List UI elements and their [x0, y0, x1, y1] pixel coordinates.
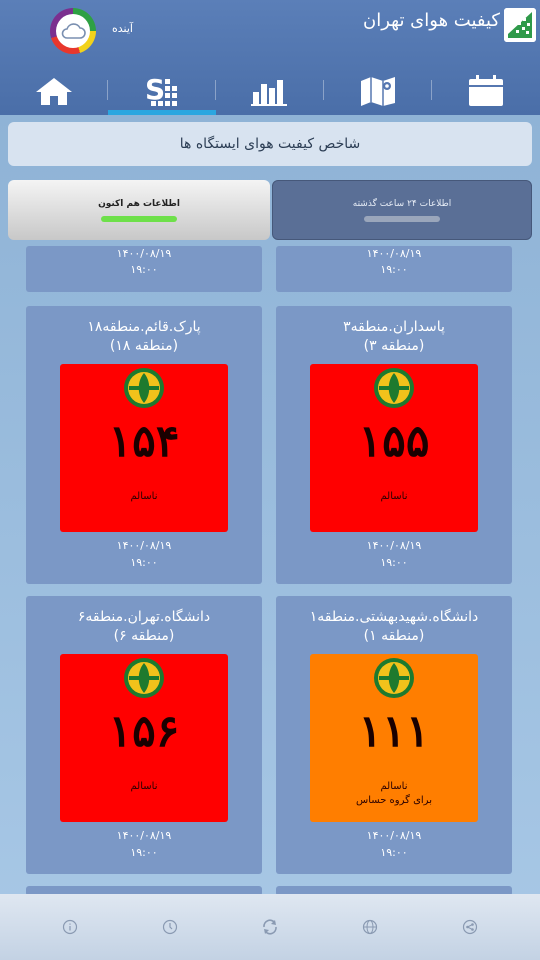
app-logo [504, 8, 536, 42]
aqi-box: ۱۵۴ ناسالم [60, 364, 228, 532]
stations-icon: S [145, 73, 177, 106]
card-time: ۱۹:۰۰ [380, 556, 408, 569]
station-name: دانشگاه.شهیدبهشتی.منطقه۱ (منطقه ۱) [309, 609, 479, 644]
station-name: پاسداران.منطقه۳ (منطقه ۳) [343, 319, 445, 354]
info-icon [62, 919, 78, 935]
forecast-button[interactable] [50, 8, 96, 54]
nav-charts[interactable] [216, 66, 324, 116]
aqi-box: ۱۵۵ ناسالم [310, 364, 478, 532]
section-title: شاخص کیفیت هوای ایستگاه ها [8, 122, 532, 166]
card-time: ۱۹:۰۰ [380, 846, 408, 859]
card-date: ۱۴۰۰/۰۸/۱۹ [366, 247, 422, 260]
tab-24h-indicator [364, 215, 440, 222]
card-date: ۱۴۰۰/۰۸/۱۹ [116, 247, 172, 260]
card-time: ۱۹:۰۰ [130, 263, 158, 276]
website-button[interactable] [359, 916, 381, 938]
aqi-value: ۱۱۱ [358, 706, 430, 757]
aqi-box: ۱۵۶ ناسالم [60, 654, 228, 822]
nav-stations[interactable]: S [108, 66, 216, 116]
tab-last-24h[interactable]: اطلاعات ۲۴ ساعت گذشته [272, 180, 532, 240]
environment-emblem-icon [374, 368, 414, 408]
card-time: ۱۹:۰۰ [130, 556, 158, 569]
main-nav: S [0, 66, 540, 116]
app-header: آینده کیفیت هوای تهران [0, 0, 540, 66]
share-button[interactable] [459, 916, 481, 938]
nav-home[interactable] [0, 66, 108, 116]
home-icon [36, 78, 72, 105]
station-name: پارک.قائم.منطقه۱۸ (منطقه ۱۸) [87, 319, 201, 354]
station-name: دانشگاه.تهران.منطقه۶ (منطقه ۶) [77, 609, 211, 644]
tab-current-data[interactable]: اطلاعات هم اکنون [8, 180, 270, 240]
card-time: ۱۹:۰۰ [380, 263, 408, 276]
aqi-status: ناسالم برای گروه حساس [356, 781, 432, 806]
card-date: ۱۴۰۰/۰۸/۱۹ [366, 829, 422, 842]
aqi-status: ناسالم [380, 491, 408, 502]
cloud-icon [61, 23, 86, 39]
map-icon [361, 77, 395, 106]
aqi-value: ۱۵۴ [108, 416, 180, 467]
card-date: ۱۴۰۰/۰۸/۱۹ [116, 829, 172, 842]
station-card[interactable]: دانشگاه.شهیدبهشتی.منطقه۱ (منطقه ۱) ۱۱۱ ن… [276, 596, 512, 874]
aqi-status: ناسالم [130, 491, 158, 502]
calendar-icon [469, 75, 503, 106]
aqi-value: ۱۵۵ [358, 416, 430, 467]
environment-emblem-icon [374, 658, 414, 698]
station-card[interactable]: پاسداران.منطقه۳ (منطقه ۳) ۱۵۵ ناسالم ۱۴۰… [276, 306, 512, 584]
app-title: کیفیت هوای تهران [363, 10, 500, 31]
active-tab-indicator [108, 110, 216, 115]
clock-icon [162, 919, 178, 935]
environment-emblem-icon [124, 658, 164, 698]
station-card-partial[interactable]: ۱۴۰۰/۰۸/۱۹ ۱۹:۰۰ [276, 246, 512, 292]
nav-calendar[interactable] [432, 66, 540, 116]
refresh-button[interactable] [259, 916, 281, 938]
bottom-toolbar [0, 894, 540, 960]
station-card[interactable]: دانشگاه.تهران.منطقه۶ (منطقه ۶) ۱۵۶ ناسال… [26, 596, 262, 874]
aqi-box: ۱۱۱ ناسالم برای گروه حساس [310, 654, 478, 822]
history-button[interactable] [159, 916, 181, 938]
nav-map[interactable] [324, 66, 432, 116]
forecast-label: آینده [112, 22, 133, 35]
info-button[interactable] [59, 916, 81, 938]
aqi-value: ۱۵۶ [108, 706, 180, 757]
station-card[interactable]: پارک.قائم.منطقه۱۸ (منطقه ۱۸) ۱۵۴ ناسالم … [26, 306, 262, 584]
card-date: ۱۴۰۰/۰۸/۱۹ [366, 539, 422, 552]
tab-current-label: اطلاعات هم اکنون [98, 198, 180, 209]
refresh-icon [263, 919, 277, 935]
tab-current-indicator [101, 215, 177, 222]
tab-24h-label: اطلاعات ۲۴ ساعت گذشته [352, 198, 452, 209]
aqi-status: ناسالم [130, 781, 158, 792]
share-icon [462, 919, 478, 935]
card-time: ۱۹:۰۰ [130, 846, 158, 859]
globe-icon [362, 919, 378, 935]
station-card-partial[interactable]: ۱۴۰۰/۰۸/۱۹ ۱۹:۰۰ [26, 246, 262, 292]
environment-emblem-icon [124, 368, 164, 408]
bar-chart-icon [251, 80, 287, 106]
card-date: ۱۴۰۰/۰۸/۱۹ [116, 539, 172, 552]
